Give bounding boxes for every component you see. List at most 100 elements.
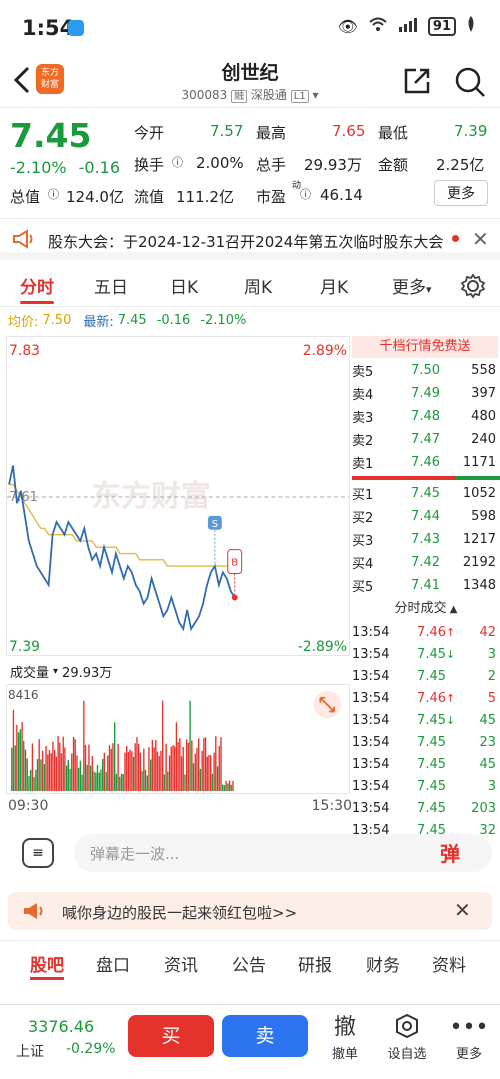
more-button[interactable]: 更多 <box>434 180 488 206</box>
trade-row[interactable]: 13:54 7.45 23 <box>352 731 498 753</box>
tab-monthly-k[interactable]: 月K <box>320 273 348 298</box>
trades-title[interactable]: 分时成交 ▲ <box>352 597 500 621</box>
tab-daily-k[interactable]: 日K <box>170 273 198 298</box>
index-value[interactable]: 3376.46 <box>28 1017 94 1036</box>
bid-row[interactable]: 买3 7.43 1217 <box>352 528 498 551</box>
tab-guba[interactable]: 股吧 <box>30 951 64 976</box>
ask-volume: 397 <box>471 386 496 401</box>
info-icon[interactable]: ⓘ <box>172 154 183 170</box>
trade-row[interactable]: 13:54 7.45 2 <box>352 665 498 687</box>
volume-bar <box>67 760 70 792</box>
cancel-order-button[interactable]: 撤 撤单 <box>320 1013 370 1062</box>
volume-bar <box>122 774 124 792</box>
ask-row[interactable]: 卖2 7.47 240 <box>352 428 498 451</box>
trade-time: 13:54 <box>352 668 390 684</box>
tab-intraday[interactable]: 分时 <box>20 273 54 298</box>
tab-announcements[interactable]: 公告 <box>232 951 266 976</box>
promo-banner[interactable]: 喊你身边的股民一起来领红包啦>> ✕ <box>8 892 492 930</box>
ask-row[interactable]: 卖3 7.48 480 <box>352 405 498 428</box>
volume-bar <box>163 774 166 792</box>
notice-bar[interactable]: 股东大会：于2024-12-31召开2024年第五次临时股东大会 ✕ <box>0 218 500 260</box>
volume-bar <box>81 774 83 792</box>
y-top-label: 7.83 <box>9 343 40 359</box>
bid-row[interactable]: 买2 7.44 598 <box>352 505 498 528</box>
ask-row[interactable]: 卖4 7.49 397 <box>352 382 498 405</box>
last-chg: -0.16 <box>156 313 191 328</box>
ask-volume: 240 <box>471 432 496 447</box>
add-watchlist-button[interactable]: 设自选 <box>382 1013 432 1062</box>
buy-button[interactable]: 买 <box>128 1015 214 1057</box>
expand-button[interactable] <box>313 690 341 719</box>
buy-marker[interactable]: B <box>227 549 243 575</box>
volume-bar <box>31 743 34 792</box>
close-icon[interactable]: ✕ <box>454 898 471 922</box>
watchlist-icon <box>382 1013 432 1043</box>
volume-bar <box>158 756 160 792</box>
bid-row[interactable]: 买1 7.45 1052 <box>352 482 498 505</box>
float-label: 流值 <box>134 188 165 206</box>
trade-row[interactable]: 13:54 7.45 203 <box>352 797 498 819</box>
volume-bar <box>117 743 119 792</box>
mcap-label[interactable]: 总值 <box>10 186 40 207</box>
tab-pankou[interactable]: 盘口 <box>96 951 130 976</box>
tab-news[interactable]: 资讯 <box>164 951 198 976</box>
volume-bar <box>76 755 78 792</box>
trade-row[interactable]: 13:54 7.45 3 <box>352 775 498 797</box>
volume-bar <box>213 752 215 792</box>
volume-bar <box>98 772 100 792</box>
bid-row[interactable]: 买4 7.42 2192 <box>352 551 498 574</box>
volume-legend[interactable]: 成交量 ▾ 29.93万 <box>10 662 112 681</box>
volume-total: 29.93万 <box>62 666 113 681</box>
chevron-up-icon: ▲ <box>446 604 458 615</box>
tab-more[interactable]: 更多▾ <box>392 273 432 298</box>
full-depth-banner[interactable]: 千档行情免费送 <box>352 336 498 358</box>
trade-row[interactable]: 13:54 7.45 ↓ 3 <box>352 643 498 665</box>
sell-marker[interactable]: S <box>207 515 222 530</box>
notice-text[interactable]: 股东大会：于2024-12-31召开2024年第五次临时股东大会 <box>48 231 443 252</box>
y-top-pct: 2.89% <box>303 343 347 359</box>
chat-icon[interactable]: ≡ <box>22 838 54 868</box>
trade-row[interactable]: 13:54 7.45 ↓ 45 <box>352 709 498 731</box>
bid-price: 7.45 <box>411 486 440 501</box>
danmu-input[interactable]: 弹幕走一波... <box>74 834 492 872</box>
promo-text[interactable]: 喊你身边的股民一起来领红包啦>> <box>62 902 297 923</box>
close-icon[interactable]: ✕ <box>472 227 489 251</box>
tab-financials[interactable]: 财务 <box>366 951 400 976</box>
volume-bar <box>136 737 138 792</box>
trade-row[interactable]: 13:54 7.45 45 <box>352 753 498 775</box>
volume-bar <box>194 753 196 792</box>
buy-marker-label: B <box>231 558 238 569</box>
volume-chart[interactable] <box>6 684 350 794</box>
bid-row[interactable]: 买5 7.41 1348 <box>352 574 498 597</box>
tab-profile[interactable]: 资料 <box>432 951 466 976</box>
trade-row[interactable]: 13:54 7.46 ↑ 42 <box>352 621 498 643</box>
settings-icon[interactable] <box>460 273 486 303</box>
ask-row[interactable]: 卖5 7.50 558 <box>352 359 498 382</box>
volume-bar <box>35 769 37 792</box>
trade-row[interactable]: 13:54 7.46 ↑ 5 <box>352 687 498 709</box>
bid-volume: 2192 <box>462 555 496 570</box>
turnover-label[interactable]: 换手 <box>134 154 164 175</box>
danmu-send-button[interactable]: 弹 <box>440 838 460 867</box>
search-icon[interactable] <box>454 66 485 97</box>
last-value: 7.45 <box>117 313 147 328</box>
chevron-down-icon[interactable]: ▾ <box>313 88 319 102</box>
trade-volume: 45 <box>479 756 496 772</box>
share-icon[interactable] <box>402 66 432 96</box>
info-icon[interactable]: ⓘ <box>48 186 59 202</box>
tab-research[interactable]: 研报 <box>298 951 332 976</box>
volume-bar <box>33 777 35 792</box>
pe-label[interactable]: 市盈 <box>256 186 286 207</box>
volume-bar <box>196 747 198 792</box>
sell-button[interactable]: 卖 <box>222 1015 308 1057</box>
tab-weekly-k[interactable]: 周K <box>244 273 272 298</box>
more-menu-button[interactable]: ••• 更多 <box>444 1013 494 1062</box>
intraday-chart[interactable]: 东方财富 7.83 2.89% 7.61 7.39 -2.89% S B <box>6 336 350 656</box>
tab-five-day[interactable]: 五日 <box>94 273 128 298</box>
trade-volume: 5 <box>487 690 496 706</box>
trade-time: 13:54 <box>352 756 390 772</box>
bid-list: 买1 7.45 1052 买2 7.44 598 买3 7.43 1217 买4 7.42 2192 买… <box>352 482 500 597</box>
ask-row[interactable]: 卖1 7.46 1171 <box>352 451 498 474</box>
cancel-order-label: 撤单 <box>331 1047 358 1062</box>
info-icon[interactable]: ⓘ <box>300 186 311 202</box>
